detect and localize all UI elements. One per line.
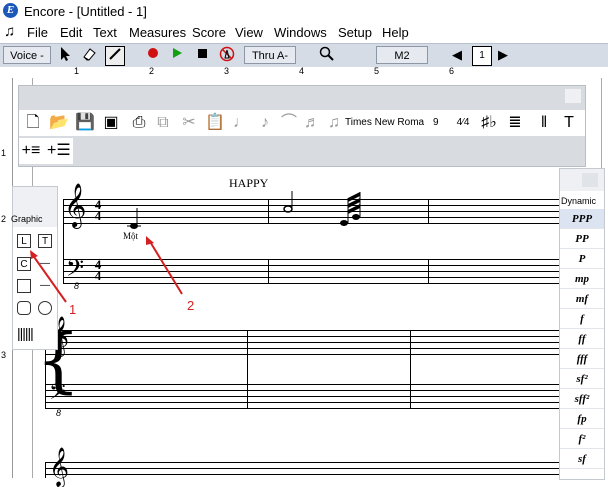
annotation-number-1: 1 <box>69 302 77 317</box>
annotation-number-2: 2 <box>187 298 195 313</box>
annotation-arrows <box>30 236 183 303</box>
